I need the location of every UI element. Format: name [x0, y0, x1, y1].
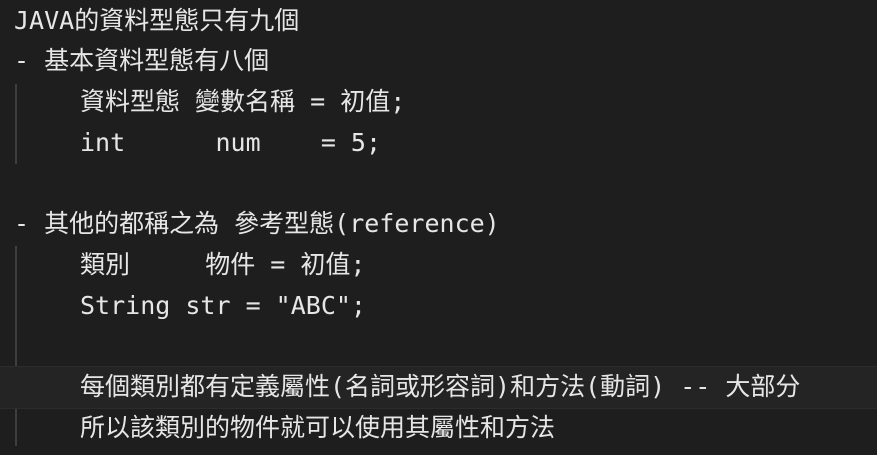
- code-line[interactable]: 資料型態 變數名稱 = 初值;: [80, 81, 405, 122]
- code-line[interactable]: - 基本資料型態有八個: [14, 40, 269, 81]
- code-line[interactable]: String str = "ABC";: [80, 285, 366, 326]
- code-line[interactable]: 類別 物件 = 初值;: [80, 244, 365, 285]
- code-line[interactable]: int num = 5;: [80, 122, 381, 163]
- code-line[interactable]: JAVA的資料型態只有九個: [14, 0, 299, 41]
- code-line[interactable]: - 其他的都稱之為 參考型態(reference): [14, 203, 500, 244]
- code-line[interactable]: 所以該類別的物件就可以使用其屬性和方法: [80, 407, 555, 448]
- indent-guide: [15, 246, 17, 446]
- indent-guide: [15, 84, 17, 164]
- code-editor[interactable]: JAVA的資料型態只有九個 - 基本資料型態有八個 資料型態 變數名稱 = 初值…: [0, 0, 877, 455]
- code-line[interactable]: 每個類別都有定義屬性(名詞或形容詞)和方法(動詞) -- 大部分: [80, 366, 800, 407]
